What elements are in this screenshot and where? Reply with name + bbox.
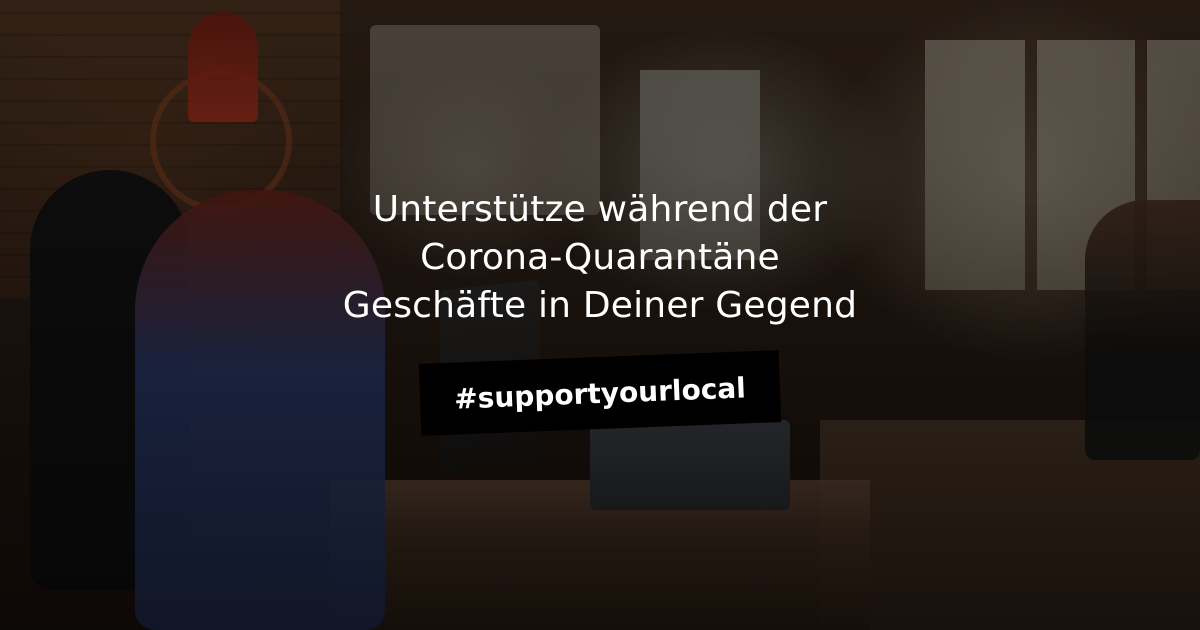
headline-line: Corona-Quarantäne (420, 237, 780, 278)
hashtag-text: #supportyourlocal (453, 370, 747, 416)
headline-line: Geschäfte in Deiner Gegend (342, 285, 858, 326)
headline: Unterstütze während der Corona-Quarantän… (200, 186, 1000, 330)
hashtag-banner: #supportyourlocal (418, 350, 782, 436)
headline-line: Unterstütze während der (372, 189, 828, 230)
background-photo: Unterstütze während der Corona-Quarantän… (0, 0, 1200, 630)
